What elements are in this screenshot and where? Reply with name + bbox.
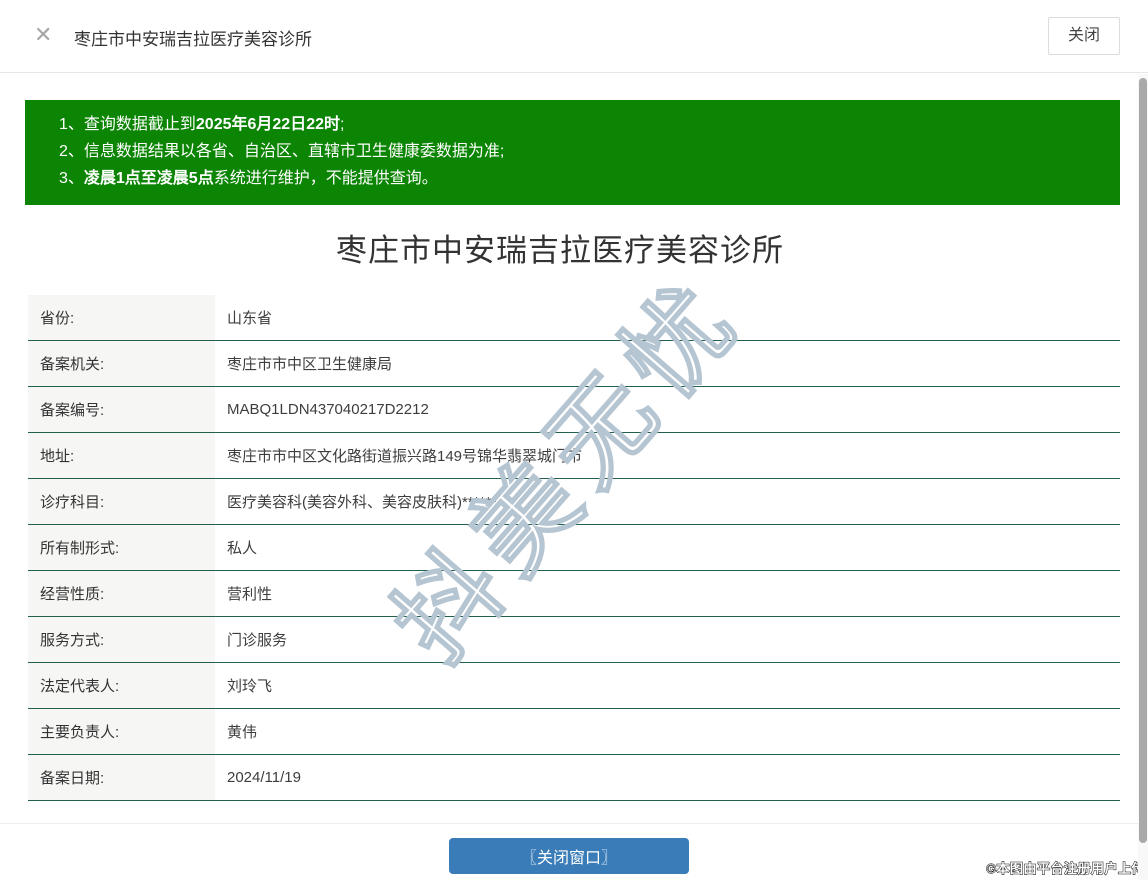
field-value: 私人 [227, 540, 258, 557]
field-label: 地址: [28, 433, 215, 478]
record-table: 省份: 山东省 备案机关: 枣庄市市中区卫生健康局 备案编号: MABQ1LDN… [28, 295, 1120, 801]
field-label: 备案日期: [28, 755, 215, 800]
page-title: 枣庄市中安瑞吉拉医疗美容诊所 [336, 233, 784, 268]
field-label: 省份: [28, 295, 215, 340]
close-button[interactable]: 关闭 [1048, 17, 1120, 55]
field-value: 2024/11/19 [227, 769, 301, 786]
field-label: 法定代表人: [28, 663, 215, 708]
table-row-legal-representative: 法定代表人: 刘玲飞 [28, 663, 1120, 709]
field-label: 备案机关: [28, 341, 215, 386]
field-value: 枣庄市市中区卫生健康局 [227, 356, 393, 373]
field-value: 门诊服务 [227, 632, 288, 649]
table-row-province: 省份: 山东省 [28, 295, 1120, 341]
notice-line-2: 2、信息数据结果以各省、自治区、直辖市卫生健康委数据为准; [59, 143, 505, 160]
table-row-service-mode: 服务方式: 门诊服务 [28, 617, 1120, 663]
scrollbar-thumb[interactable] [1139, 78, 1147, 843]
table-row-record-number: 备案编号: MABQ1LDN437040217D2212 [28, 387, 1120, 433]
field-value: 刘玲飞 [227, 678, 273, 695]
field-value: 枣庄市市中区文化路街道振兴路149号锦华翡翠城门市 [227, 448, 583, 465]
field-value: 山东省 [227, 310, 273, 327]
field-value: 黄伟 [227, 724, 258, 741]
table-row-authority: 备案机关: 枣庄市市中区卫生健康局 [28, 341, 1120, 387]
window-title: 枣庄市中安瑞吉拉医疗美容诊所 [74, 30, 312, 49]
vertical-scrollbar[interactable] [1138, 74, 1148, 880]
field-value: 医疗美容科(美容外科、美容皮肤科)****** [227, 494, 498, 511]
field-value: MABQ1LDN437040217D2212 [227, 401, 429, 418]
table-row-record-date: 备案日期: 2024/11/19 [28, 755, 1120, 801]
field-label: 服务方式: [28, 617, 215, 662]
table-row-principal: 主要负责人: 黄伟 [28, 709, 1120, 755]
field-label: 诊疗科目: [28, 479, 215, 524]
field-label: 经营性质: [28, 571, 215, 616]
table-row-business-nature: 经营性质: 营利性 [28, 571, 1120, 617]
field-label: 备案编号: [28, 387, 215, 432]
field-label: 主要负责人: [28, 709, 215, 754]
field-value: 营利性 [227, 586, 273, 603]
notice-line-1: 1、查询数据截止到2025年6月22日22时; [59, 116, 345, 133]
close-window-button[interactable]: 〖关闭窗口〗 [449, 838, 689, 874]
table-row-departments: 诊疗科目: 医疗美容科(美容外科、美容皮肤科)****** [28, 479, 1120, 525]
attribution-text: ©本图由平台注册用户上传 [986, 861, 1145, 877]
header-bar: ✕ 枣庄市中安瑞吉拉医疗美容诊所 关闭 [0, 0, 1148, 73]
table-row-ownership: 所有制形式: 私人 [28, 525, 1120, 571]
field-label: 所有制形式: [28, 525, 215, 570]
footer-bar: 〖关闭窗口〗 [0, 823, 1138, 880]
notice-line-3: 3、凌晨1点至凌晨5点系统进行维护，不能提供查询。 [59, 170, 438, 187]
table-row-address: 地址: 枣庄市市中区文化路街道振兴路149号锦华翡翠城门市 [28, 433, 1120, 479]
notice-box: 1、查询数据截止到2025年6月22日22时; 2、信息数据结果以各省、自治区、… [25, 100, 1120, 205]
clinic-record-page: ✕ 枣庄市中安瑞吉拉医疗美容诊所 关闭 1、查询数据截止到2025年6月22日2… [0, 0, 1148, 880]
close-icon[interactable]: ✕ [34, 24, 52, 46]
